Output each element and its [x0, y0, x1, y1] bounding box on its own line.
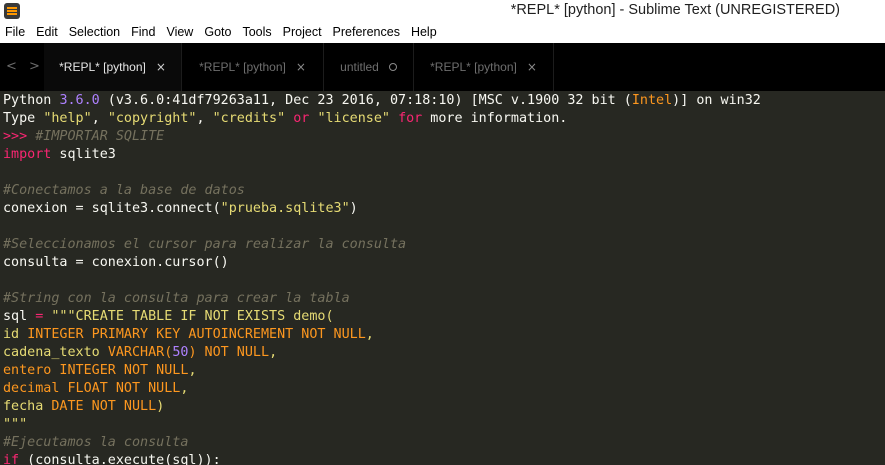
tab-label: untitled: [340, 60, 379, 74]
code-token: consulta = conexion.cursor(): [3, 255, 229, 270]
code-line[interactable]: entero INTEGER NOT NULL,: [3, 362, 197, 380]
title-bar: *REPL* [python] - Sublime Text (UNREGIST…: [0, 0, 885, 22]
code-token: ,: [91, 111, 108, 126]
tab-label: *REPL* [python]: [59, 60, 146, 74]
code-token: ,: [196, 111, 213, 126]
code-token: >>>: [3, 129, 36, 144]
code-token: if: [3, 453, 20, 465]
code-token: "copyright": [107, 111, 197, 126]
menu-view[interactable]: View: [161, 22, 199, 43]
code-line[interactable]: conexion = sqlite3.connect("prueba.sqlit…: [3, 200, 358, 218]
code-token: ,: [188, 363, 197, 378]
code-line[interactable]: fecha DATE NOT NULL): [3, 398, 164, 416]
code-token: """CREATE TABLE IF NOT EXISTS demo(: [51, 309, 334, 324]
code-line[interactable]: cadena_texto VARCHAR(50) NOT NULL,: [3, 344, 277, 362]
code-line[interactable]: """: [3, 416, 27, 434]
menu-bar: File Edit Selection Find View Goto Tools…: [0, 22, 885, 43]
close-icon[interactable]: ×: [156, 60, 166, 74]
code-token: #Ejecutamos la consulta: [3, 435, 189, 450]
code-token: (v3.6.0:41df79263a11, Dec 23 2016, 07:18…: [99, 93, 632, 108]
menu-preferences[interactable]: Preferences: [328, 22, 406, 43]
code-token: for: [398, 111, 423, 126]
code-token: )] on win32: [672, 93, 761, 108]
code-token: #Seleccionamos el cursor para realizar l…: [3, 237, 407, 252]
code-token: INTEGER PRIMARY KEY AUTOINCREMENT NOT NU…: [27, 327, 366, 342]
code-token: id: [3, 327, 28, 342]
code-token: sqlite3: [51, 147, 116, 162]
code-token: "credits": [212, 111, 286, 126]
tab-repl-python-3[interactable]: *REPL* [python] ×: [414, 43, 554, 91]
code-line[interactable]: if (consulta.execute(sql)):: [3, 452, 221, 465]
code-token: ,: [180, 381, 189, 396]
code-token: (consulta.execute(sql)):: [19, 453, 221, 465]
code-token: "help": [43, 111, 92, 126]
code-token: fecha: [3, 399, 52, 414]
code-token: sql: [3, 309, 36, 324]
code-line[interactable]: Python 3.6.0 (v3.6.0:41df79263a11, Dec 2…: [3, 92, 761, 110]
tab-bar: < > *REPL* [python] × *REPL* [python] × …: [0, 43, 885, 91]
code-token: Intel: [631, 93, 673, 108]
code-token: DATE NOT NULL: [51, 399, 157, 414]
tab-untitled[interactable]: untitled: [324, 43, 414, 91]
code-token: Type: [3, 111, 44, 126]
code-token: import: [3, 147, 52, 162]
chevron-right-icon[interactable]: >: [29, 59, 40, 74]
code-line[interactable]: >>> #IMPORTAR SQLITE: [3, 128, 164, 146]
code-token: #IMPORTAR SQLITE: [35, 129, 165, 144]
code-token: ,: [269, 345, 278, 360]
code-line[interactable]: #Seleccionamos el cursor para realizar l…: [3, 236, 406, 254]
menu-selection[interactable]: Selection: [64, 22, 126, 43]
menu-help[interactable]: Help: [406, 22, 443, 43]
code-token: 3.6.0: [59, 93, 100, 108]
code-token: 50: [172, 345, 189, 360]
code-line[interactable]: sql = """CREATE TABLE IF NOT EXISTS demo…: [3, 308, 334, 326]
menu-find[interactable]: Find: [126, 22, 161, 43]
menu-goto[interactable]: Goto: [199, 22, 237, 43]
code-token: or: [293, 111, 310, 126]
window-title: *REPL* [python] - Sublime Text (UNREGIST…: [510, 2, 840, 18]
tab-label: *REPL* [python]: [199, 60, 286, 74]
code-line[interactable]: import sqlite3: [3, 146, 116, 164]
menu-tools[interactable]: Tools: [237, 22, 277, 43]
code-token: "license": [317, 111, 390, 126]
code-line[interactable]: Type "help", "copyright", "credits" or "…: [3, 110, 567, 128]
close-icon[interactable]: ×: [527, 60, 537, 74]
close-icon[interactable]: ×: [296, 60, 306, 74]
code-token: decimal FLOAT NOT NULL: [3, 381, 181, 396]
code-token: ) NOT NULL: [188, 345, 270, 360]
code-line[interactable]: #String con la consulta para crear la ta…: [3, 290, 350, 308]
code-token: ): [156, 399, 165, 414]
code-token: conexion = sqlite3.connect(: [3, 201, 221, 216]
code-token: ,: [365, 327, 374, 342]
unsaved-dot-icon[interactable]: [388, 63, 397, 71]
code-line[interactable]: #Ejecutamos la consulta: [3, 434, 188, 452]
code-token: VARCHAR(: [107, 345, 173, 360]
tab-navigation: < >: [0, 43, 44, 91]
code-line[interactable]: consulta = conexion.cursor(): [3, 254, 229, 272]
code-token: cadena_texto: [3, 345, 108, 360]
code-token: more information.: [422, 111, 568, 126]
menu-edit[interactable]: Edit: [31, 22, 64, 43]
code-editor[interactable]: Python 3.6.0 (v3.6.0:41df79263a11, Dec 2…: [0, 91, 885, 465]
code-token: "prueba.sqlite3": [220, 201, 350, 216]
code-token: """: [3, 417, 28, 432]
code-line[interactable]: id INTEGER PRIMARY KEY AUTOINCREMENT NOT…: [3, 326, 374, 344]
code-token: entero INTEGER NOT NULL: [3, 363, 189, 378]
code-token: Python: [3, 93, 60, 108]
tab-repl-python-1[interactable]: *REPL* [python] ×: [44, 43, 182, 91]
tab-repl-python-2[interactable]: *REPL* [python] ×: [182, 43, 324, 91]
code-token: #Conectamos a la base de datos: [3, 183, 245, 198]
menu-project[interactable]: Project: [278, 22, 328, 43]
code-token: ): [349, 201, 358, 216]
tab-label: *REPL* [python]: [430, 60, 517, 74]
code-token: #String con la consulta para crear la ta…: [3, 291, 350, 306]
menu-file[interactable]: File: [0, 22, 31, 43]
code-line[interactable]: decimal FLOAT NOT NULL,: [3, 380, 188, 398]
chevron-left-icon[interactable]: <: [6, 59, 17, 74]
code-line[interactable]: #Conectamos a la base de datos: [3, 182, 245, 200]
